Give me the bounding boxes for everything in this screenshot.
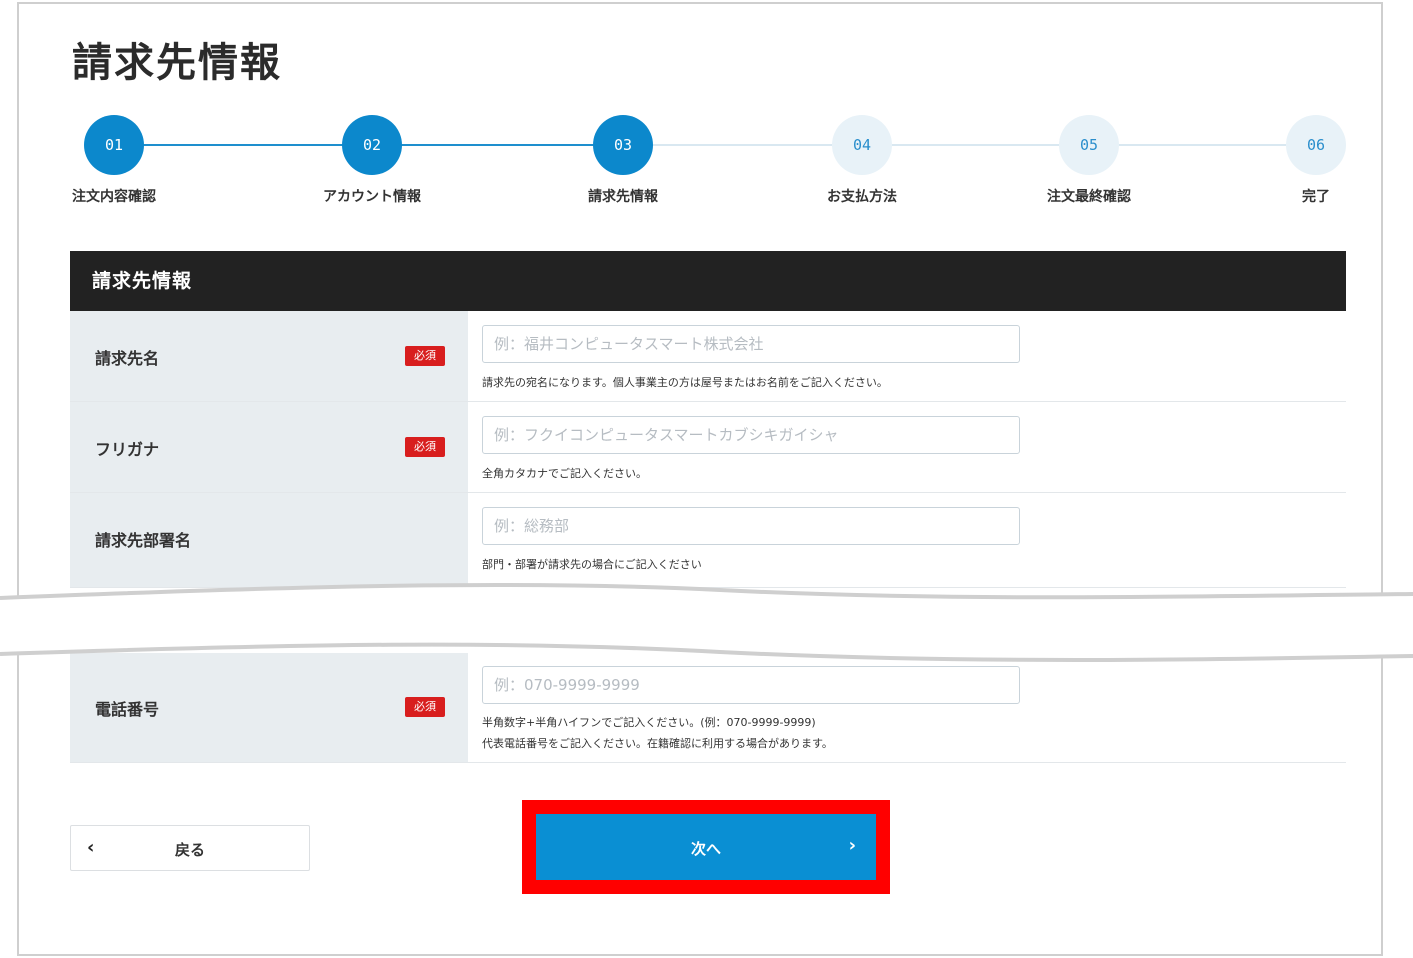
step-5-circle: 05: [1059, 115, 1119, 175]
phone-hint-usage: 代表電話番号をご記入ください。在籍確認に利用する場合があります。: [482, 737, 833, 750]
row-label-cell: フリガナ 必須: [70, 402, 468, 492]
billing-name-input[interactable]: [482, 325, 1020, 363]
step-4-label: お支払方法: [827, 189, 897, 205]
row-field-cell: 請求先の宛名になります。個人事業主の方は屋号またはお名前をご記入ください。: [468, 311, 1346, 401]
step-6-circle: 06: [1286, 115, 1346, 175]
back-button-label: 戻る: [174, 841, 205, 859]
required-badge: 必須: [405, 697, 445, 717]
form-row-department: 請求先部署名 部門・部署が請求先の場合にご記入ください: [70, 493, 1346, 588]
furigana-input[interactable]: [482, 416, 1020, 454]
required-badge: 必須: [405, 437, 445, 457]
row-field-cell: 全角カタカナでご記入ください。: [468, 402, 1346, 492]
next-button-highlight: [522, 800, 890, 894]
step-1-label: 注文内容確認: [72, 189, 156, 205]
section-header: 請求先情報: [70, 251, 1346, 311]
step-1-circle: 01: [84, 115, 144, 175]
step-5-label: 注文最終確認: [1047, 189, 1131, 205]
phone-hint-format: 半角数字+半角ハイフンでご記入ください。(例：070-9999-9999): [482, 716, 816, 729]
step-6-label: 完了: [1302, 189, 1330, 205]
department-label: 請求先部署名: [95, 531, 192, 550]
stepper-line-todo: [623, 144, 1316, 146]
required-badge: 必須: [405, 346, 445, 366]
form-row-furigana: フリガナ 必須 全角カタカナでご記入ください。: [70, 402, 1346, 493]
step-2-label: アカウント情報: [323, 189, 421, 205]
step-3-label: 請求先情報: [588, 189, 658, 205]
billing-name-hint: 請求先の宛名になります。個人事業主の方は屋号またはお名前をご記入ください。: [482, 376, 888, 389]
row-label-cell: 請求先名 必須: [70, 311, 468, 401]
step-4-circle: 04: [832, 115, 892, 175]
step-2-circle: 02: [342, 115, 402, 175]
back-button[interactable]: ‹ 戻る: [70, 825, 310, 871]
department-hint: 部門・部署が請求先の場合にご記入ください: [482, 558, 702, 571]
furigana-hint: 全角カタカナでご記入ください。: [482, 467, 647, 480]
phone-label: 電話番号: [95, 700, 160, 719]
form-row-billing-name: 請求先名 必須 請求先の宛名になります。個人事業主の方は屋号またはお名前をご記入…: [70, 311, 1346, 402]
progress-stepper: 01 02 03 04 05 06 注文内容確認 アカウント情報 請求先情報 お…: [0, 0, 1413, 220]
row-label-cell: 請求先部署名: [70, 493, 468, 587]
step-3-circle: 03: [593, 115, 653, 175]
billing-name-label: 請求先名: [95, 349, 160, 368]
furigana-label: フリガナ: [95, 440, 160, 459]
omitted-section-break: [0, 582, 1413, 662]
department-input[interactable]: [482, 507, 1020, 545]
row-field-cell: 部門・部署が請求先の場合にご記入ください: [468, 493, 1346, 587]
